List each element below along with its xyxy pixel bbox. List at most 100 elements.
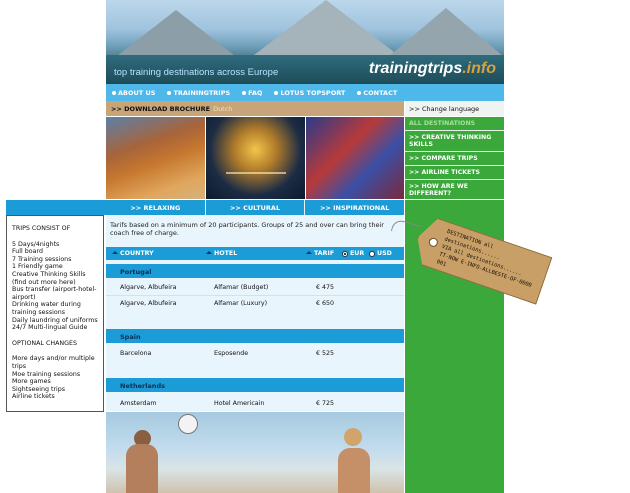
logo-text: trainingtrips [368,60,463,77]
tarif-note: Tarifs based on a minimum of 20 particip… [110,221,384,237]
panel-title: TRIPS CONSIST OF [12,225,71,232]
list-item: Full board [12,248,43,256]
currency-usd-radio[interactable]: USD [369,250,392,257]
sort-icon [206,250,212,257]
nav-about-us[interactable]: ABOUT US [112,89,155,97]
site-logo[interactable]: trainingtrips.info [369,60,496,78]
bullet-icon [242,90,247,95]
cultural-photo[interactable] [206,117,305,199]
list-item: 5 Days/4nights [12,240,60,248]
menu-all-destinations[interactable]: ALL DESTINATIONS [405,117,504,131]
column-header: HOTEL [214,250,238,257]
list-item: 24/7 Multi-lingual Guide [12,324,88,332]
nav-faq[interactable]: FAQ [242,89,262,97]
sort-hotel[interactable]: HOTEL [206,250,237,257]
nav-label: LOTUS TOPSPORT [280,88,346,97]
nav-trainingtrips[interactable]: TRAININGTRIPS [167,89,230,97]
nav-label: CONTACT [363,88,398,97]
change-language-link[interactable]: >> Change language [405,101,504,116]
currency-label: EUR [350,250,365,257]
nav-contact[interactable]: CONTACT [357,89,397,97]
cell-hotel: Esposende [214,350,249,357]
list-item: More games [12,378,51,386]
list-item: Airline tickets [12,393,55,401]
table-row[interactable]: Barcelona Esposende € 525 [106,346,404,361]
cell-price: € 725 [316,400,335,407]
relaxing-photo[interactable] [106,117,205,199]
player-head [344,428,362,446]
cell-location: Algarve, Albufeira [120,300,177,307]
radio-icon [369,250,375,257]
player-body [338,448,370,493]
currency-label: USD [377,250,392,257]
main-nav: ABOUT US TRAININGTRIPS FAQ LOTUS TOPSPOR… [106,84,504,101]
list-item[interactable]: Creative Thinking Skills (find out more … [12,271,99,286]
column-header: TARIF [314,250,335,257]
table-row[interactable]: Algarve, Albufeira Alfamar (Budget) € 47… [106,280,404,295]
section-header-portugal: Portugal [106,264,404,278]
right-menu: ALL DESTINATIONS >> CREATIVE THINKING SK… [405,117,504,201]
optional-title: OPTIONAL CHANGES [12,339,77,347]
section-header-spain: Spain [106,329,404,343]
brochure-bar: >> DOWNLOAD BROCHURE Dutch [106,101,404,116]
download-brochure-link[interactable]: >> DOWNLOAD BROCHURE [111,105,210,113]
brochure-language-link[interactable]: Dutch [213,105,232,113]
cell-hotel: Hotel Americain [214,400,265,407]
currency-eur-radio[interactable]: EUR [342,250,364,257]
cell-price: € 650 [316,300,335,307]
menu-how-different[interactable]: >> HOW ARE WE DIFFERENT? [405,180,504,201]
tab-cultural[interactable]: >> CULTURAL [206,200,306,215]
left-panel-header-strip [6,200,106,215]
list-item: 7 Training sessions [12,255,72,263]
column-header: COUNTRY [120,250,154,257]
list-item: Sightseeing trips [12,385,66,393]
list-item: Daily laundring of uniforms [12,316,98,324]
menu-airline-tickets[interactable]: >> AIRLINE TICKETS [405,166,504,180]
list-item: 1 Friendly game [12,263,63,271]
section-name: Portugal [120,268,152,276]
table-row[interactable]: Amsterdam Hotel Americain € 725 [106,396,404,411]
city-lights [226,172,286,174]
ball-shape [178,414,198,434]
sort-tarif[interactable]: TARIF [306,250,334,257]
player-body [126,444,158,493]
inspirational-photo[interactable] [306,117,404,199]
list-item: Moe training sessions [12,370,81,378]
sort-icon [112,250,118,257]
list-item: Drinking water during training sessions [12,301,81,316]
tab-inspirational[interactable]: >> INSPIRATIONAL [305,200,404,215]
section-header-netherlands: Netherlands [106,378,404,392]
nav-label: FAQ [248,88,263,97]
cell-location: Amsterdam [120,400,157,407]
nav-label: ABOUT US [118,88,156,97]
table-header: COUNTRY HOTEL TARIF EUR USD [106,247,404,260]
cell-price: € 525 [316,350,335,357]
bullet-icon [357,90,362,95]
logo-domain: .info [462,60,496,77]
section-name: Spain [120,333,141,341]
price-table-area: Tarifs based on a minimum of 20 particip… [106,215,404,411]
footvolley-photo [106,412,404,493]
nav-label: TRAININGTRIPS [173,88,231,97]
sort-country[interactable]: COUNTRY [112,250,154,257]
bullet-icon [112,90,116,95]
nav-lotus-topsport[interactable]: LOTUS TOPSPORT [274,89,345,97]
tab-relaxing[interactable]: >> RELAXING [106,200,206,215]
table-row[interactable]: Algarve, Albufeira Alfamar (Luxury) € 65… [106,295,404,311]
radio-selected-icon [342,250,348,257]
menu-compare-trips[interactable]: >> COMPARE TRIPS [405,152,504,166]
bullet-icon [167,90,172,95]
cell-hotel: Alfamar (Luxury) [214,300,268,307]
trip-contents-panel: TRIPS CONSIST OF 5 Days/4nights Full boa… [6,215,104,412]
bullet-icon [274,90,279,95]
header-banner: top training destinations across Europe … [106,0,504,84]
cell-location: Barcelona [120,350,152,357]
cell-price: € 475 [316,284,335,291]
cell-hotel: Alfamar (Budget) [214,284,269,291]
sort-icon [306,250,312,257]
list-item: More days and/or multiple trips [12,355,95,370]
cell-location: Algarve, Albufeira [120,284,177,291]
category-tabs: >> RELAXING >> CULTURAL >> INSPIRATIONAL [106,200,404,215]
menu-creative-thinking[interactable]: >> CREATIVE THINKING SKILLS [405,131,504,152]
section-name: Netherlands [120,382,165,390]
